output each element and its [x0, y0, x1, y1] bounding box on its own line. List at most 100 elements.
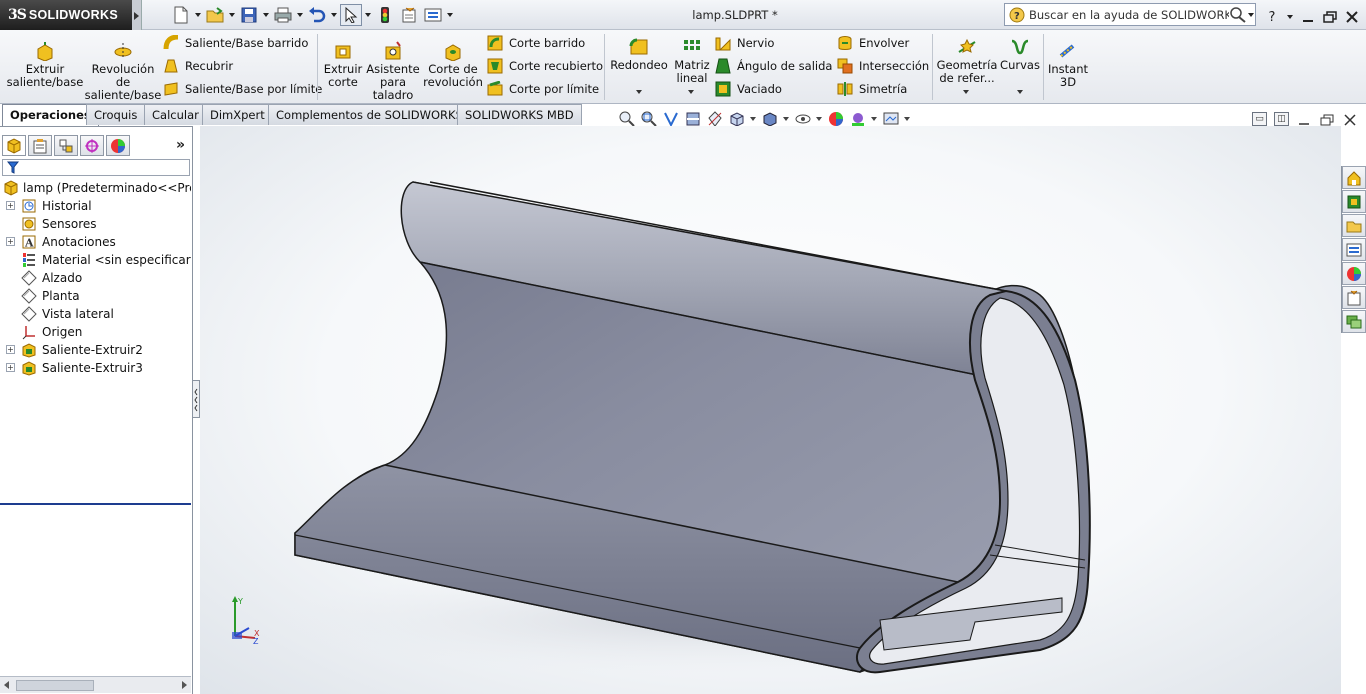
swept-cut-button[interactable]: Corte barrido: [486, 33, 585, 53]
loft-button[interactable]: Recubrir: [162, 56, 233, 76]
swept-boss-button[interactable]: Saliente/Base barrido: [162, 33, 308, 53]
tab-dimxpert[interactable]: DimXpert: [202, 104, 273, 125]
boundary-cut-button[interactable]: Corte por límite: [486, 79, 599, 99]
doc-close-icon[interactable]: [1342, 112, 1358, 128]
curves-button[interactable]: Curvas: [1000, 36, 1040, 72]
tree-item-top-plane[interactable]: Planta: [0, 287, 191, 305]
expand-toggle[interactable]: +: [6, 345, 15, 354]
tree-horizontal-scrollbar[interactable]: [0, 676, 191, 693]
boundary-boss-button[interactable]: Saliente/Base por límite: [162, 79, 322, 99]
file-explorer-icon[interactable]: [1342, 214, 1366, 237]
minimize-icon[interactable]: [1300, 9, 1316, 25]
forum-icon[interactable]: [1342, 310, 1366, 333]
select-dropdown[interactable]: [364, 4, 372, 26]
tab-croquis[interactable]: Croquis: [86, 104, 146, 125]
linear-pattern-dropdown[interactable]: [687, 88, 695, 96]
revolve-cut-button[interactable]: Corte de revolución: [423, 40, 483, 89]
solidworks-resources-icon[interactable]: [1342, 166, 1366, 189]
tab-solidworks-mbd[interactable]: SOLIDWORKS MBD: [457, 104, 582, 125]
displaymanager-tab-icon[interactable]: [106, 135, 130, 156]
undo-dropdown[interactable]: [330, 4, 338, 26]
rollback-bar[interactable]: [0, 503, 191, 505]
print-icon[interactable]: [272, 4, 294, 26]
view-split-icon[interactable]: ◫: [1274, 112, 1289, 126]
tab-calcular[interactable]: Calcular: [144, 104, 207, 125]
help-search-input[interactable]: ? Buscar en la ayuda de SOLIDWORKS: [1004, 3, 1256, 26]
linear-pattern-button[interactable]: Matriz lineal: [672, 36, 712, 85]
design-library-icon[interactable]: [1342, 190, 1366, 213]
expand-toggle[interactable]: +: [6, 201, 15, 210]
scroll-right-arrow-icon[interactable]: [182, 681, 187, 689]
fillet-dropdown[interactable]: [635, 88, 643, 96]
undo-icon[interactable]: [306, 4, 328, 26]
tab-operaciones[interactable]: Operaciones: [2, 104, 99, 126]
select-arrow-icon[interactable]: [340, 4, 362, 26]
tree-item-front-plane[interactable]: Alzado: [0, 269, 191, 287]
help-menu-icon[interactable]: ?: [1264, 9, 1280, 25]
print-dropdown[interactable]: [296, 4, 304, 26]
close-icon[interactable]: [1344, 9, 1360, 25]
dimxpertmanager-tab-icon[interactable]: [80, 135, 104, 156]
search-dropdown[interactable]: [1247, 4, 1255, 26]
options-dropdown[interactable]: [446, 4, 454, 26]
file-properties-icon[interactable]: [398, 4, 420, 26]
restore-icon[interactable]: [1322, 9, 1338, 25]
configurationmanager-tab-icon[interactable]: [54, 135, 78, 156]
fillet-button[interactable]: Redondeo: [608, 36, 670, 72]
shell-button[interactable]: Vaciado: [714, 79, 782, 99]
open-dropdown[interactable]: [228, 4, 236, 26]
draft-button[interactable]: Ángulo de salida: [714, 56, 832, 76]
tree-item-right-plane[interactable]: Vista lateral: [0, 305, 191, 323]
extrude-cut-button[interactable]: Extruir corte: [322, 40, 364, 89]
featuremanager-tab-icon[interactable]: [2, 135, 26, 156]
tab-complementos[interactable]: Complementos de SOLIDWORKS: [268, 104, 471, 125]
options-icon[interactable]: [422, 4, 444, 26]
tree-item-label: Vista lateral: [42, 307, 114, 321]
rib-button[interactable]: Nervio: [714, 33, 774, 53]
solidworks-logo[interactable]: 3S SOLIDWORKS: [0, 0, 132, 30]
hole-wizard-button[interactable]: Asistente para taladro: [366, 40, 420, 102]
custom-properties-icon[interactable]: [1342, 286, 1366, 309]
help-dropdown[interactable]: [1286, 6, 1294, 28]
expand-toggle[interactable]: +: [6, 363, 15, 372]
panel-expand-chevron-icon[interactable]: »: [176, 137, 185, 153]
lamp-3d-model[interactable]: [280, 170, 1100, 680]
tree-item-origin[interactable]: Origen: [0, 323, 191, 341]
view-layout-icon[interactable]: ▭: [1252, 112, 1267, 126]
new-document-icon[interactable]: [170, 4, 192, 26]
ribbon-separator: [1043, 34, 1044, 100]
curves-dropdown[interactable]: [1016, 88, 1024, 96]
scroll-left-arrow-icon[interactable]: [4, 681, 9, 689]
extrude-boss-button[interactable]: Extruir saliente/base: [6, 40, 84, 89]
search-icon[interactable]: [1229, 6, 1247, 23]
open-folder-icon[interactable]: [204, 4, 226, 26]
lofted-cut-button[interactable]: Corte recubierto: [486, 56, 603, 76]
tree-item-history[interactable]: + Historial: [0, 197, 191, 215]
tree-item-annotations[interactable]: + A Anotaciones: [0, 233, 191, 251]
panel-splitter-handle[interactable]: [192, 380, 200, 418]
mirror-button[interactable]: Simetría: [836, 79, 907, 99]
wrap-button[interactable]: Envolver: [836, 33, 909, 53]
scroll-thumb[interactable]: [16, 680, 94, 691]
save-icon[interactable]: [238, 4, 260, 26]
save-dropdown[interactable]: [262, 4, 270, 26]
reference-geometry-dropdown[interactable]: [962, 88, 970, 96]
tree-item-material[interactable]: Material <sin especificar>: [0, 251, 191, 269]
instant3d-button[interactable]: Instant 3D: [1046, 40, 1090, 89]
new-dropdown[interactable]: [194, 4, 202, 26]
menu-expand-arrow[interactable]: [132, 0, 142, 30]
view-palette-icon[interactable]: [1342, 238, 1366, 261]
expand-toggle[interactable]: +: [6, 237, 15, 246]
rebuild-traffic-light-icon[interactable]: [374, 4, 396, 26]
tree-item-sensors[interactable]: Sensores: [0, 215, 191, 233]
tree-item-extrude3[interactable]: + Saliente-Extruir3: [0, 359, 191, 377]
tree-item-extrude2[interactable]: + Saliente-Extruir2: [0, 341, 191, 359]
propertymanager-tab-icon[interactable]: [28, 135, 52, 156]
revolve-boss-button[interactable]: Revolución de saliente/base: [85, 40, 161, 102]
tree-root-part[interactable]: lamp (Predeterminado<<Predeterminado>_Es…: [0, 179, 191, 197]
tree-filter-input[interactable]: [2, 159, 190, 176]
intersect-button[interactable]: Intersección: [836, 56, 929, 76]
appearances-icon[interactable]: [1342, 262, 1366, 285]
extrude-feature-icon: [21, 360, 37, 376]
reference-geometry-button[interactable]: Geometría de refer...: [936, 36, 998, 85]
